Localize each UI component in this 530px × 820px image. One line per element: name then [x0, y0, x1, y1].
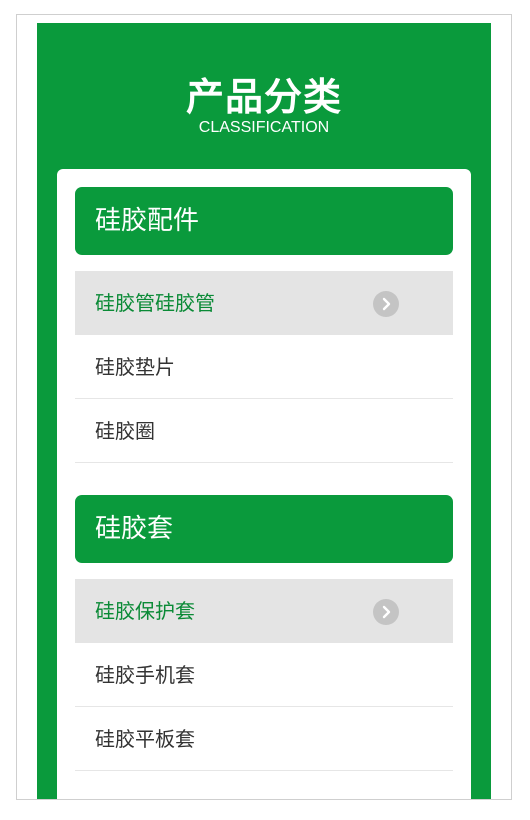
group-items: 硅胶保护套 硅胶手机套 硅胶平板套: [75, 579, 453, 771]
page-subtitle: CLASSIFICATION: [198, 119, 330, 136]
page-frame: 产品分类 CLASSIFICATION 硅胶配件 硅胶管硅胶管 硅胶垫片 硅胶圈…: [16, 14, 512, 800]
category-group: 硅胶配件 硅胶管硅胶管 硅胶垫片 硅胶圈: [75, 187, 453, 463]
chevron-right-circle-icon: [373, 291, 399, 317]
list-item[interactable]: 硅胶垫片: [75, 335, 453, 399]
list-item-label: 硅胶管硅胶管: [95, 291, 215, 315]
panel-header: 产品分类 CLASSIFICATION: [37, 77, 491, 137]
list-item-label: 硅胶圈: [95, 419, 155, 443]
page-title: 产品分类: [185, 75, 342, 119]
group-header[interactable]: 硅胶配件: [75, 187, 453, 255]
list-item-label: 硅胶平板套: [95, 727, 195, 751]
list-item-label: 硅胶保护套: [95, 599, 195, 623]
group-header[interactable]: 硅胶套: [75, 495, 453, 563]
list-item-label: 硅胶手机套: [95, 663, 195, 687]
category-list-card: 硅胶配件 硅胶管硅胶管 硅胶垫片 硅胶圈 硅胶套 硅胶保护套 硅胶手机套 硅胶平…: [57, 169, 471, 799]
chevron-right-circle-icon: [373, 599, 399, 625]
list-item[interactable]: 硅胶圈: [75, 399, 453, 463]
group-items: 硅胶管硅胶管 硅胶垫片 硅胶圈: [75, 271, 453, 463]
list-item-label: 硅胶垫片: [95, 355, 175, 379]
list-item[interactable]: 硅胶保护套: [75, 579, 453, 643]
category-group: 硅胶套 硅胶保护套 硅胶手机套 硅胶平板套: [75, 495, 453, 771]
category-panel: 产品分类 CLASSIFICATION 硅胶配件 硅胶管硅胶管 硅胶垫片 硅胶圈…: [37, 23, 491, 799]
list-item[interactable]: 硅胶管硅胶管: [75, 271, 453, 335]
list-item[interactable]: 硅胶平板套: [75, 707, 453, 771]
list-item[interactable]: 硅胶手机套: [75, 643, 453, 707]
